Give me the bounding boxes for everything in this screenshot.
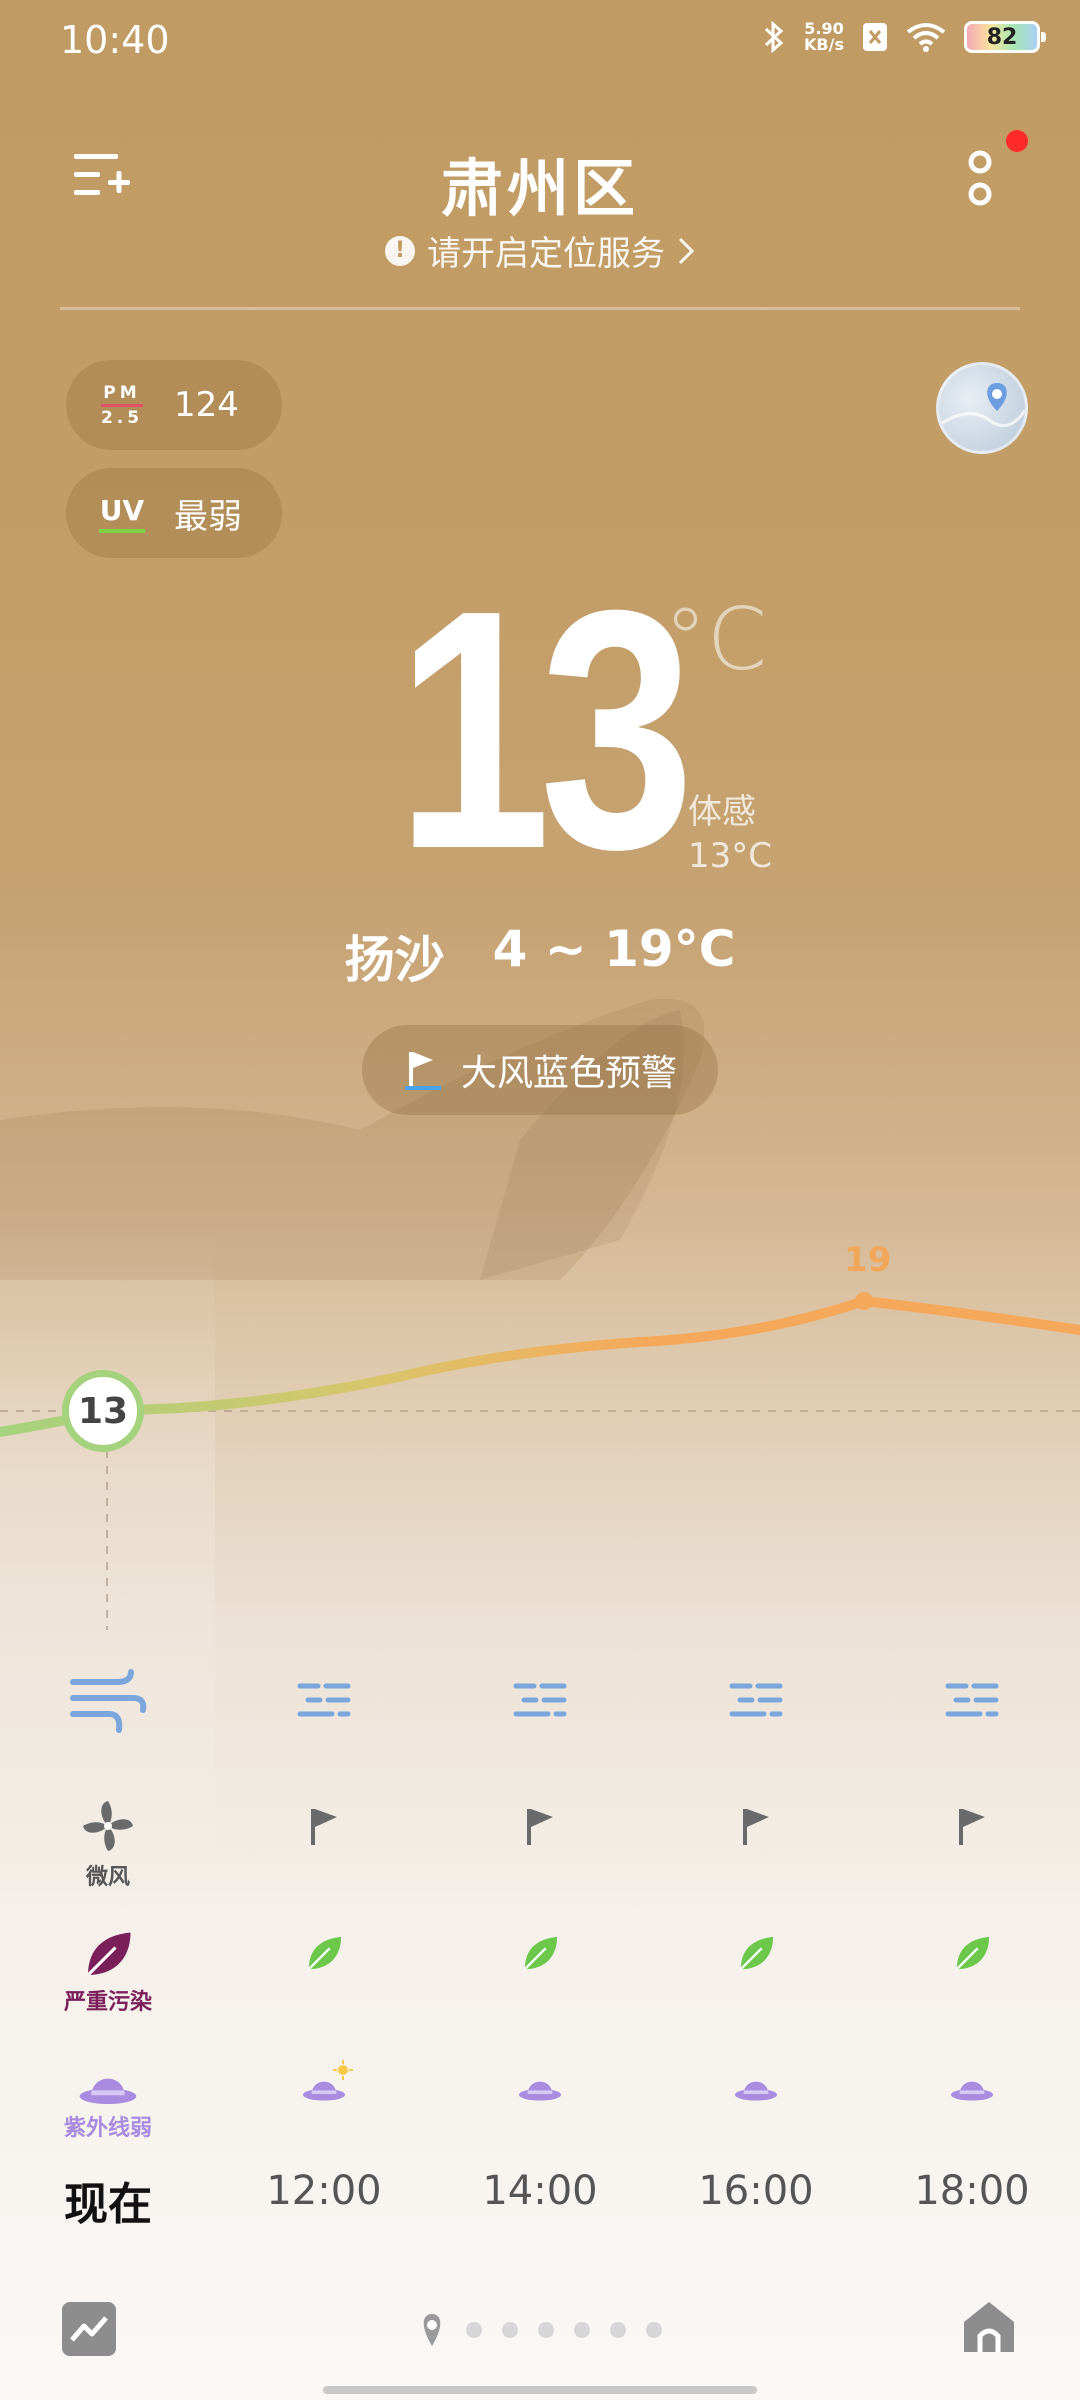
chevron-right-icon	[678, 237, 695, 264]
uv-hat-icon	[518, 2081, 562, 2101]
condition-row: 扬沙 4 ~ 19°C	[0, 920, 1080, 992]
haze-weather-icon	[297, 1683, 351, 1717]
weather-icon	[676, 1680, 836, 1724]
aqi-cell	[244, 1935, 404, 1973]
wind-flag-icon	[743, 1809, 769, 1845]
haze-weather-icon	[729, 1683, 783, 1717]
page-indicator[interactable]	[0, 2312, 1080, 2348]
uv-cell: 紫外线弱	[28, 2063, 188, 2142]
time-label-1600: 16:00	[698, 2168, 814, 2214]
wind-cell	[244, 1805, 404, 1847]
no-sim-icon	[863, 23, 887, 51]
aqi-cell	[676, 1935, 836, 1973]
temperature-range: 4 ~ 19°C	[492, 920, 736, 978]
wind-cell: 微风	[28, 1797, 188, 1891]
condition-text: 扬沙	[344, 931, 445, 989]
wind-cell	[892, 1805, 1052, 1847]
temperature-unit: °C	[664, 590, 768, 690]
page-dot	[574, 2322, 590, 2338]
warning-flag-icon	[404, 1052, 441, 1090]
wind-label: 微风	[85, 1865, 130, 1890]
aqi-leaf-icon	[955, 1936, 990, 1971]
more-options-icon[interactable]	[955, 148, 1005, 208]
aqi-leaf-icon	[523, 1936, 558, 1971]
uv-value: 最弱	[174, 496, 242, 537]
gesture-bar	[323, 2386, 757, 2394]
aqi-leaf-icon	[739, 1936, 774, 1971]
home-icon[interactable]	[960, 2298, 1018, 2356]
status-time: 10:40	[60, 18, 170, 62]
bluetooth-icon	[765, 20, 784, 54]
uv-hat-icon	[734, 2081, 778, 2101]
aqi-leaf-icon	[307, 1936, 342, 1971]
time-label-1400: 14:00	[482, 2168, 598, 2214]
weather-icon	[28, 1668, 188, 1738]
weather-icon	[460, 1680, 620, 1724]
location-page-icon	[423, 2314, 441, 2346]
weather-warning-pill[interactable]: 大风蓝色预警	[362, 1025, 718, 1115]
haze-weather-icon	[945, 1683, 999, 1717]
aqi-cell	[892, 1935, 1052, 1973]
uv-cell	[460, 2070, 620, 2102]
feels-like: 体感 13°C	[688, 792, 773, 876]
uv-label: 紫外线弱	[63, 2116, 152, 2141]
peak-temperature-label: 19	[844, 1240, 892, 1280]
location-service-prompt[interactable]: ! 请开启定位服务	[0, 226, 1080, 275]
page-dot	[466, 2322, 482, 2338]
haze-weather-icon	[513, 1683, 567, 1717]
pm25-value: 124	[174, 385, 239, 425]
wind-cell	[460, 1805, 620, 1847]
pm25-icon: PM 2.5	[100, 382, 144, 428]
battery-icon: 82	[964, 21, 1046, 53]
uv-cell	[676, 2070, 836, 2102]
now-temperature-marker: 13	[62, 1370, 144, 1452]
wind-flag-icon	[311, 1809, 337, 1845]
time-label-1200: 12:00	[266, 2168, 382, 2214]
breeze-fan-icon	[83, 1801, 133, 1851]
alert-icon: !	[385, 235, 415, 266]
uv-cell	[244, 2060, 404, 2106]
header-divider	[60, 307, 1020, 310]
hourly-temperature-chart	[0, 1200, 1080, 1650]
wind-cell	[676, 1805, 836, 1847]
time-label-1800: 18:00	[914, 2168, 1030, 2214]
map-pin-icon	[939, 383, 1025, 428]
aqi-label: 严重污染	[63, 1990, 152, 2015]
aqi-cell: 严重污染	[28, 1930, 188, 2016]
aqi-leaf-icon	[86, 1932, 131, 1977]
page-dot	[646, 2322, 662, 2338]
weather-icon	[244, 1680, 404, 1724]
city-title[interactable]: 肃州区	[0, 138, 1080, 228]
uv-icon: UV	[82, 494, 162, 533]
notification-dot	[1006, 130, 1028, 152]
time-label-now: 现在	[64, 2179, 152, 2230]
current-temperature: 13	[396, 540, 695, 920]
wind-flag-icon	[527, 1809, 553, 1845]
aqi-cell	[460, 1935, 620, 1973]
peak-point	[855, 1292, 873, 1310]
weather-icon	[892, 1680, 1052, 1724]
sun-icon	[333, 2060, 353, 2080]
page-dot	[610, 2322, 626, 2338]
uv-hat-icon	[950, 2081, 994, 2101]
wind-flag-icon	[959, 1809, 985, 1845]
map-button[interactable]	[936, 362, 1028, 454]
net-speed: 5.90 KB/s	[804, 19, 844, 54]
page-dot	[538, 2322, 554, 2338]
page-dot	[502, 2322, 518, 2338]
status-bar: 10:40 5.90 KB/s 82	[0, 0, 1080, 80]
sand-weather-icon	[70, 1669, 147, 1733]
temperature-line	[0, 1295, 1080, 1437]
uv-cell	[892, 2070, 1052, 2102]
uv-hat-icon	[79, 2078, 137, 2105]
pm25-pill[interactable]: PM 2.5 124	[66, 360, 282, 450]
wifi-icon	[906, 23, 946, 52]
uv-pill[interactable]: UV 最弱	[66, 468, 282, 558]
